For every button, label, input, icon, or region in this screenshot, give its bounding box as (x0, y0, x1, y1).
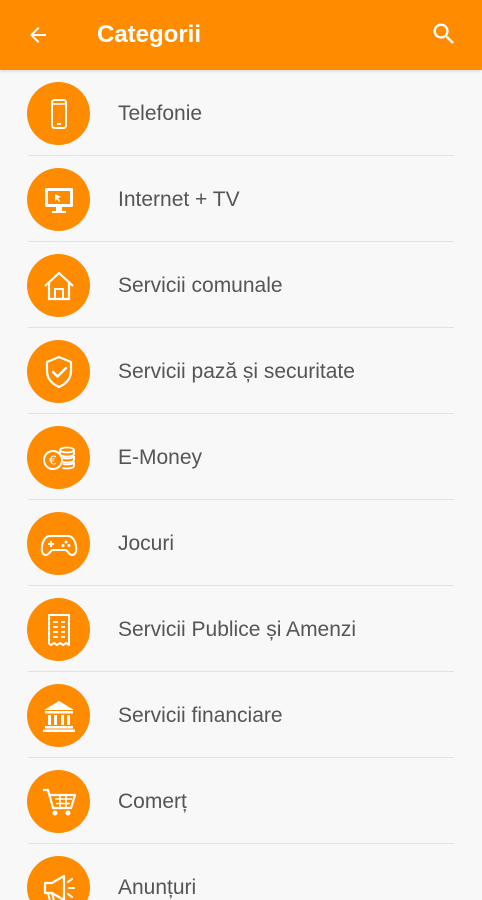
back-button[interactable] (20, 18, 56, 52)
bank-icon (27, 684, 90, 747)
megaphone-icon (27, 856, 90, 900)
shield-check-icon (27, 340, 90, 403)
search-icon (430, 20, 458, 48)
category-item-jocuri[interactable]: Jocuri (0, 500, 482, 586)
category-label: Telefonie (118, 102, 203, 125)
category-label: Servicii comunale (118, 274, 283, 297)
smartphone-icon (27, 82, 90, 145)
category-label: Comerț (118, 790, 187, 813)
category-item-e-money[interactable]: € E-Money (0, 414, 482, 500)
shopping-cart-icon (27, 770, 90, 833)
arrow-left-icon (26, 23, 50, 47)
category-item-servicii-publice[interactable]: Servicii Publice și Amenzi (0, 586, 482, 672)
coins-icon: € (27, 426, 90, 489)
category-list: Telefonie Internet + TV Servicii comunal… (0, 70, 482, 900)
category-label: E-Money (118, 446, 203, 469)
category-item-servicii-comunale[interactable]: Servicii comunale (0, 242, 482, 328)
svg-text:€: € (49, 453, 57, 467)
category-item-telefonie[interactable]: Telefonie (0, 70, 482, 156)
category-label: Anunțuri (118, 876, 197, 899)
category-item-servicii-financiare[interactable]: Servicii financiare (0, 672, 482, 758)
category-label: Internet + TV (118, 188, 240, 211)
category-item-comert[interactable]: Comerț (0, 758, 482, 844)
monitor-icon (27, 168, 90, 231)
category-label: Servicii pază și securitate (118, 360, 355, 383)
app-bar: Categorii (0, 0, 482, 70)
page-title: Categorii (97, 21, 202, 48)
category-item-internet-tv[interactable]: Internet + TV (0, 156, 482, 242)
search-button[interactable] (424, 14, 464, 54)
category-label: Servicii financiare (118, 704, 283, 727)
category-label: Jocuri (118, 532, 175, 555)
category-label: Servicii Publice și Amenzi (118, 618, 357, 641)
category-item-anunturi[interactable]: Anunțuri (0, 844, 482, 900)
house-icon (27, 254, 90, 317)
receipt-icon (27, 598, 90, 661)
gamepad-icon (27, 512, 90, 575)
category-item-servicii-paza[interactable]: Servicii pază și securitate (0, 328, 482, 414)
